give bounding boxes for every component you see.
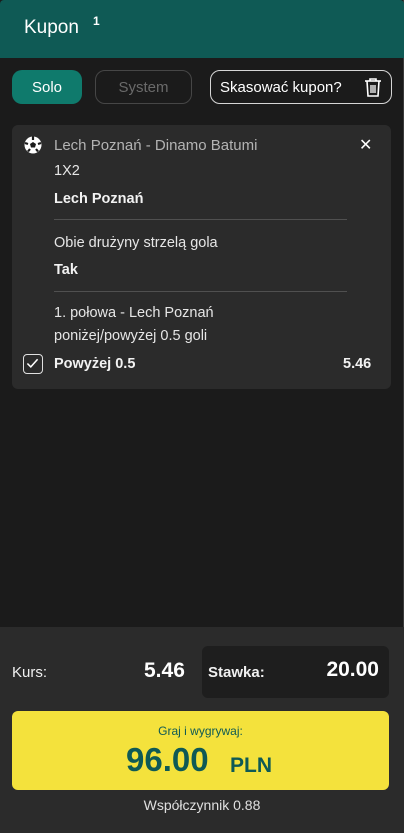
system-tab-button[interactable]: System <box>95 70 192 104</box>
coupon-panel: Kupon 1 Solo System Skasować kupon? Lech… <box>0 0 404 833</box>
stake-input[interactable]: Stawka: 20.00 <box>202 646 389 698</box>
market-name: Obie drużyny strzelą gola <box>54 235 218 251</box>
selection-name: Powyżej 0.5 <box>54 356 136 372</box>
coupon-header: Kupon 1 <box>0 0 404 58</box>
market-name-line1: 1. połowa - Lech Poznań <box>54 305 214 321</box>
divider <box>54 291 347 292</box>
selection-name: Tak <box>54 262 78 278</box>
place-bet-button[interactable]: Graj i wygrywaj: 96.00 PLN <box>12 711 389 790</box>
checkbox-checked-icon[interactable] <box>23 354 43 374</box>
market-name-line2: poniżej/powyżej 0.5 goli <box>54 328 208 344</box>
place-bet-label: Graj i wygrywaj: <box>158 724 243 738</box>
soccer-ball-icon <box>24 136 42 154</box>
selection-name: Lech Poznań <box>54 191 144 207</box>
stake-label: Stawka: <box>208 664 265 681</box>
total-odds-value: 5.46 <box>144 659 185 682</box>
potential-win-amount: 96.00 <box>126 741 209 778</box>
coupon-footer: Kurs: 5.46 Stawka: 20.00 Graj i wygrywaj… <box>0 627 404 833</box>
bet-card: Lech Poznań - Dinamo Batumi ✕ 1X2 Lech P… <box>12 125 391 389</box>
solo-tab-button[interactable]: Solo <box>12 70 82 104</box>
event-name: Lech Poznań - Dinamo Batumi <box>54 137 258 154</box>
clear-coupon-button[interactable]: Skasować kupon? <box>210 70 392 104</box>
stake-value: 20.00 <box>326 658 379 681</box>
coupon-title: Kupon <box>24 17 79 38</box>
coupon-count-badge: 1 <box>93 14 100 28</box>
coefficient-text: Współczynnik 0.88 <box>143 797 261 813</box>
close-icon[interactable]: ✕ <box>359 135 372 155</box>
bet-odds: 5.46 <box>343 356 372 372</box>
trash-icon <box>365 78 381 97</box>
total-odds-label: Kurs: <box>12 664 48 681</box>
market-name: 1X2 <box>54 163 80 179</box>
divider <box>54 219 347 220</box>
clear-coupon-label: Skasować kupon? <box>220 78 342 96</box>
potential-win-currency: PLN <box>230 754 272 777</box>
